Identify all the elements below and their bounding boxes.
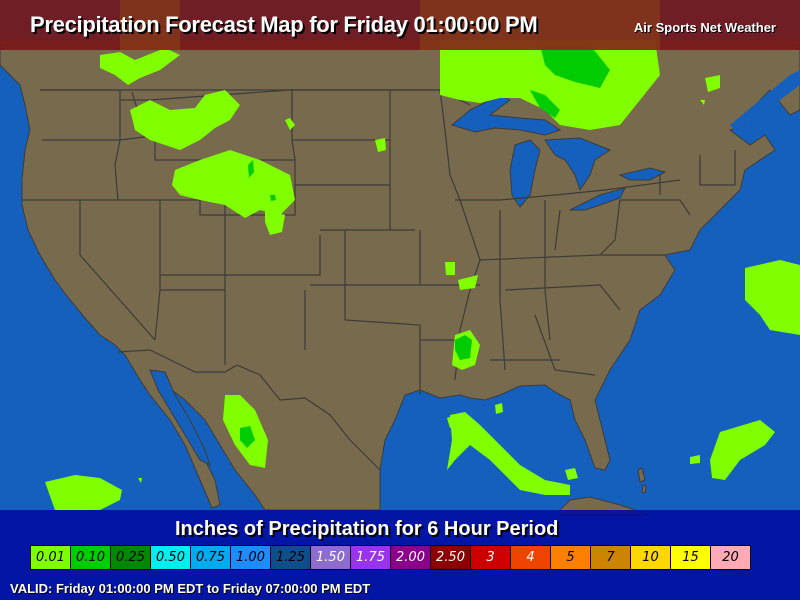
legend-swatch: 0.50 — [151, 546, 191, 569]
legend-swatch: 10 — [631, 546, 671, 569]
legend-swatch: 7 — [591, 546, 631, 569]
legend-swatch: 2.00 — [391, 546, 431, 569]
legend-swatch: 4 — [511, 546, 551, 569]
legend-swatch: 1.00 — [231, 546, 271, 569]
legend-swatch: 1.50 — [311, 546, 351, 569]
legend-swatch: 1.25 — [271, 546, 311, 569]
legend-swatch: 3 — [471, 546, 511, 569]
legend-swatch: 2.50 — [431, 546, 471, 569]
legend-swatch: 0.10 — [71, 546, 111, 569]
page-title: Precipitation Forecast Map for Friday 01… — [30, 12, 538, 37]
brand-label: Air Sports Net Weather — [633, 20, 776, 35]
legend-swatch: 5 — [551, 546, 591, 569]
legend-title: Inches of Precipitation for 6 Hour Perio… — [175, 518, 559, 540]
legend-swatch: 1.75 — [351, 546, 391, 569]
precipitation-legend: 0.01 0.10 0.25 0.50 0.75 1.00 1.25 1.50 1.75 2.00… — [30, 545, 751, 570]
header-bar: Precipitation Forecast Map for Friday 01… — [0, 0, 800, 50]
legend-swatch: 0.25 — [111, 546, 151, 569]
legend-swatch: 15 — [671, 546, 711, 569]
legend-swatch: 20 — [711, 546, 750, 569]
legend-swatch: 0.75 — [191, 546, 231, 569]
valid-period: VALID: Friday 01:00:00 PM EDT to Friday … — [10, 581, 371, 596]
legend-swatch: 0.01 — [31, 546, 71, 569]
